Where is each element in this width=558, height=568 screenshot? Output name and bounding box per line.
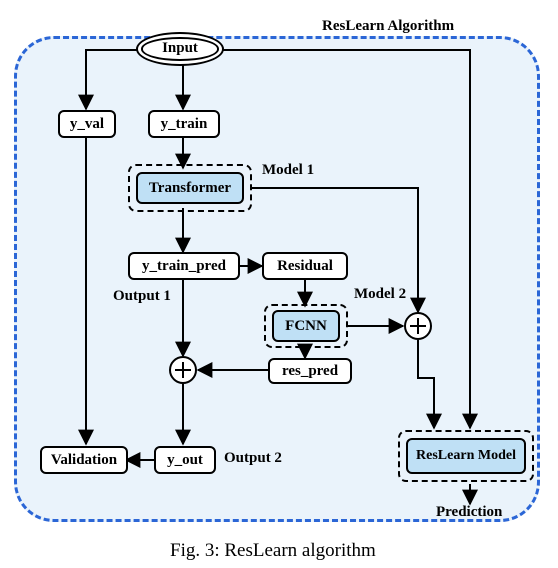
node-fcnn: FCNN (272, 310, 340, 342)
node-sum-models (404, 312, 432, 340)
node-res-pred: res_pred (268, 358, 352, 384)
node-input: Input (136, 32, 224, 66)
label-model-2: Model 2 (354, 286, 406, 303)
node-reslearn-model: ResLearn Model (406, 438, 526, 474)
label-output-2: Output 2 (224, 450, 282, 467)
node-input-label: Input (141, 37, 218, 60)
label-prediction: Prediction (436, 504, 502, 521)
algorithm-title: ResLearn Algorithm (322, 18, 454, 35)
label-output-1: Output 1 (113, 288, 171, 305)
figure-caption: Fig. 3: ResLearn algorithm (170, 540, 376, 562)
node-transformer: Transformer (136, 172, 244, 204)
node-residual: Residual (262, 252, 348, 280)
diagram-canvas: ResLearn Algorithm Input y_val y_train M… (0, 0, 558, 568)
node-y-train-pred: y_train_pred (128, 252, 240, 280)
node-validation: Validation (40, 446, 128, 474)
node-y-train: y_train (148, 110, 220, 138)
node-y-out: y_out (154, 446, 216, 474)
node-y-val: y_val (58, 110, 116, 138)
label-model-1: Model 1 (262, 162, 314, 179)
arrows-layer (0, 0, 558, 568)
node-sum-outputs (169, 356, 197, 384)
